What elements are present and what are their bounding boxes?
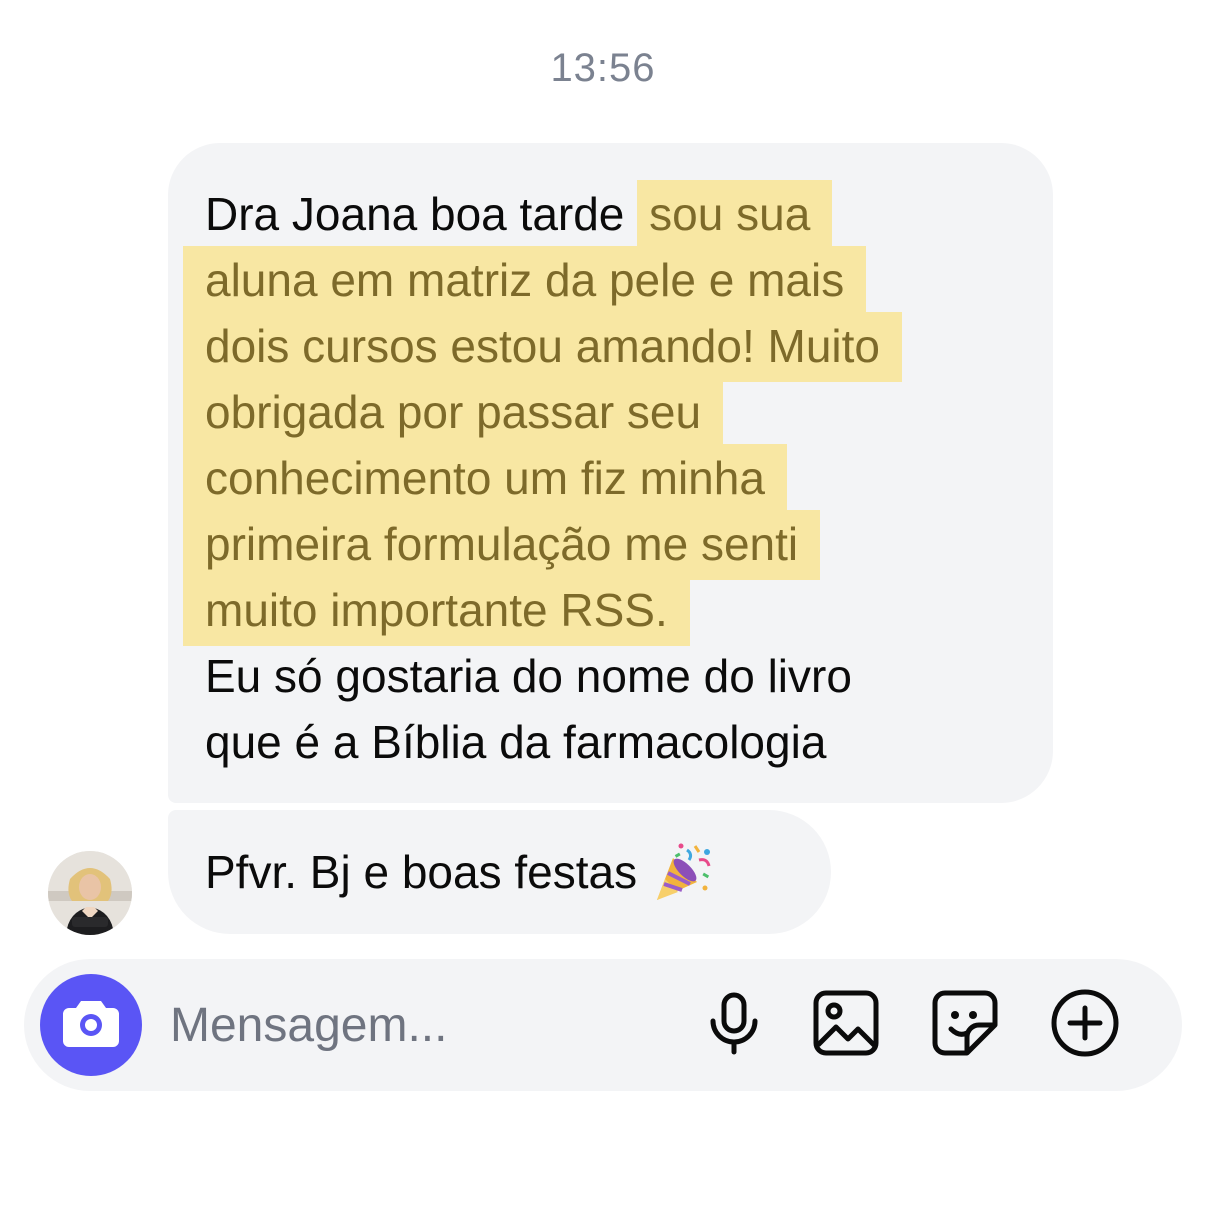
message-composer (24, 959, 1182, 1091)
message-line: Dra Joana boa tarde sou sua (205, 180, 1017, 250)
highlighted-text: conhecimento um fiz minha (183, 444, 787, 514)
message-timestamp: 13:56 (550, 46, 656, 90)
message-line: muito importante RSS. (183, 576, 1017, 646)
highlighted-text: aluna em matriz da pele e mais (183, 246, 867, 316)
highlighted-text: obrigada por passar seu (183, 378, 724, 448)
received-message-bubble-second[interactable]: Pfvr. Bj e boas festas (168, 810, 831, 934)
microphone-icon (705, 991, 763, 1060)
sticker-button[interactable] (929, 989, 1001, 1061)
message-text: Eu só gostaria do nome do livro (205, 650, 852, 702)
highlighted-text: sou sua (637, 180, 833, 250)
message-line: dois cursos estou amando! Muito (183, 312, 1017, 382)
message-line: aluna em matriz da pele e mais (183, 246, 1017, 316)
message-line: conhecimento um fiz minha (183, 444, 1017, 514)
add-button[interactable] (1049, 989, 1121, 1061)
message-text: que é a Bíblia da farmacologia (205, 716, 827, 768)
message-line: primeira formulação me senti (183, 510, 1017, 580)
party-popper-icon (651, 840, 715, 904)
camera-button[interactable] (40, 974, 142, 1076)
message-text: Pfvr. Bj e boas festas (205, 846, 638, 898)
gallery-button[interactable] (810, 989, 882, 1061)
sender-avatar[interactable] (48, 851, 132, 935)
message-input[interactable] (170, 989, 670, 1061)
microphone-button[interactable] (698, 989, 770, 1061)
camera-icon (61, 997, 121, 1054)
plus-circle-icon (1050, 988, 1120, 1063)
image-icon (812, 989, 880, 1062)
message-line: obrigada por passar seu (183, 378, 1017, 448)
highlighted-text: primeira formulação me senti (183, 510, 821, 580)
highlighted-text: dois cursos estou amando! Muito (183, 312, 903, 382)
message-text: Dra Joana boa tarde (205, 188, 625, 240)
message-line: Eu só gostaria do nome do livro (205, 643, 1017, 709)
highlighted-text: muito importante RSS. (183, 576, 690, 646)
sticker-icon (931, 989, 999, 1062)
message-line: que é a Bíblia da farmacologia (205, 709, 1017, 775)
received-message-bubble[interactable]: Dra Joana boa tarde sou sua aluna em mat… (168, 143, 1053, 803)
